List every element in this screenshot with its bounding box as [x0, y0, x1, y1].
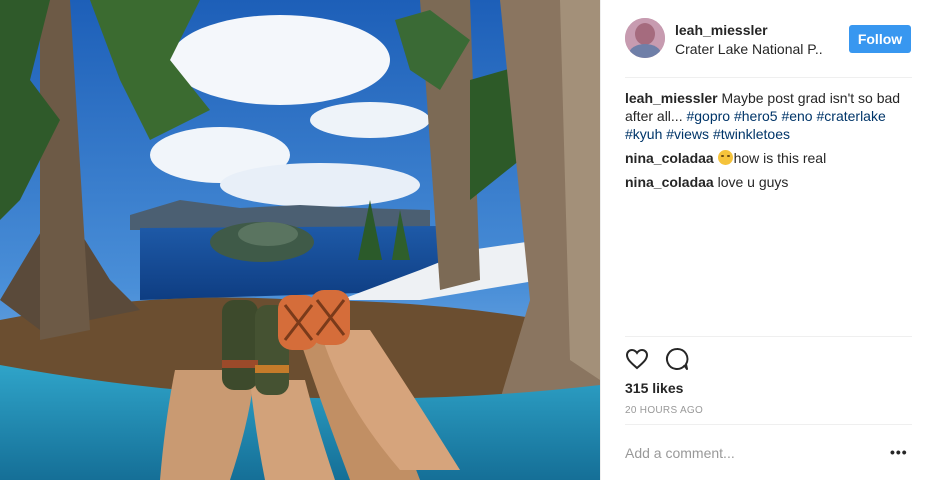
avatar-image [625, 18, 665, 58]
crater-lake-hammock-image [0, 0, 600, 480]
post-header: leah_miessler Crater Lake National P.. F… [601, 0, 935, 78]
post-location[interactable]: Crater Lake National P.. [675, 41, 823, 57]
header-divider [625, 77, 912, 78]
weary-face-emoji [717, 150, 733, 165]
post-sidebar: leah_miessler Crater Lake National P.. F… [600, 0, 935, 480]
hashtag-link[interactable]: #gopro [686, 108, 730, 124]
hashtag-link[interactable]: #twinkletoes [713, 126, 790, 142]
follow-button[interactable]: Follow [849, 25, 911, 53]
actions-divider [625, 336, 912, 337]
comment-text: love u guys [717, 174, 789, 190]
hashtag-link[interactable]: #craterlake [817, 108, 886, 124]
caption-username[interactable]: leah_miessler [625, 90, 718, 106]
instagram-post: leah_miessler Crater Lake National P.. F… [0, 0, 935, 480]
more-options-button[interactable]: ••• [890, 444, 908, 460]
comment-icon[interactable] [665, 347, 689, 376]
comments-list: leah_miessler Maybe post grad isn't so b… [625, 89, 915, 197]
post-photo[interactable] [0, 0, 600, 480]
comment-username[interactable]: nina_coladaa [625, 174, 714, 190]
comment-username[interactable]: nina_coladaa [625, 150, 714, 166]
comment: nina_coladaa how is this real [625, 149, 915, 167]
hashtag-link[interactable]: #eno [781, 108, 812, 124]
comment: nina_coladaa love u guys [625, 173, 915, 191]
caption: leah_miessler Maybe post grad isn't so b… [625, 89, 915, 143]
action-bar [625, 347, 689, 376]
post-timestamp: 20 HOURS AGO [625, 405, 704, 416]
comment-text: how is this real [733, 150, 827, 166]
post-username[interactable]: leah_miessler [675, 22, 768, 38]
heart-icon[interactable] [625, 347, 649, 376]
like-count[interactable]: 315 likes [625, 380, 683, 396]
avatar[interactable] [625, 18, 665, 58]
comment-divider [625, 424, 912, 425]
hashtag-link[interactable]: #hero5 [734, 108, 778, 124]
hashtag-link[interactable]: #views [666, 126, 709, 142]
hashtag-link[interactable]: #kyuh [625, 126, 662, 142]
add-comment-input[interactable]: Add a comment... [625, 445, 735, 461]
